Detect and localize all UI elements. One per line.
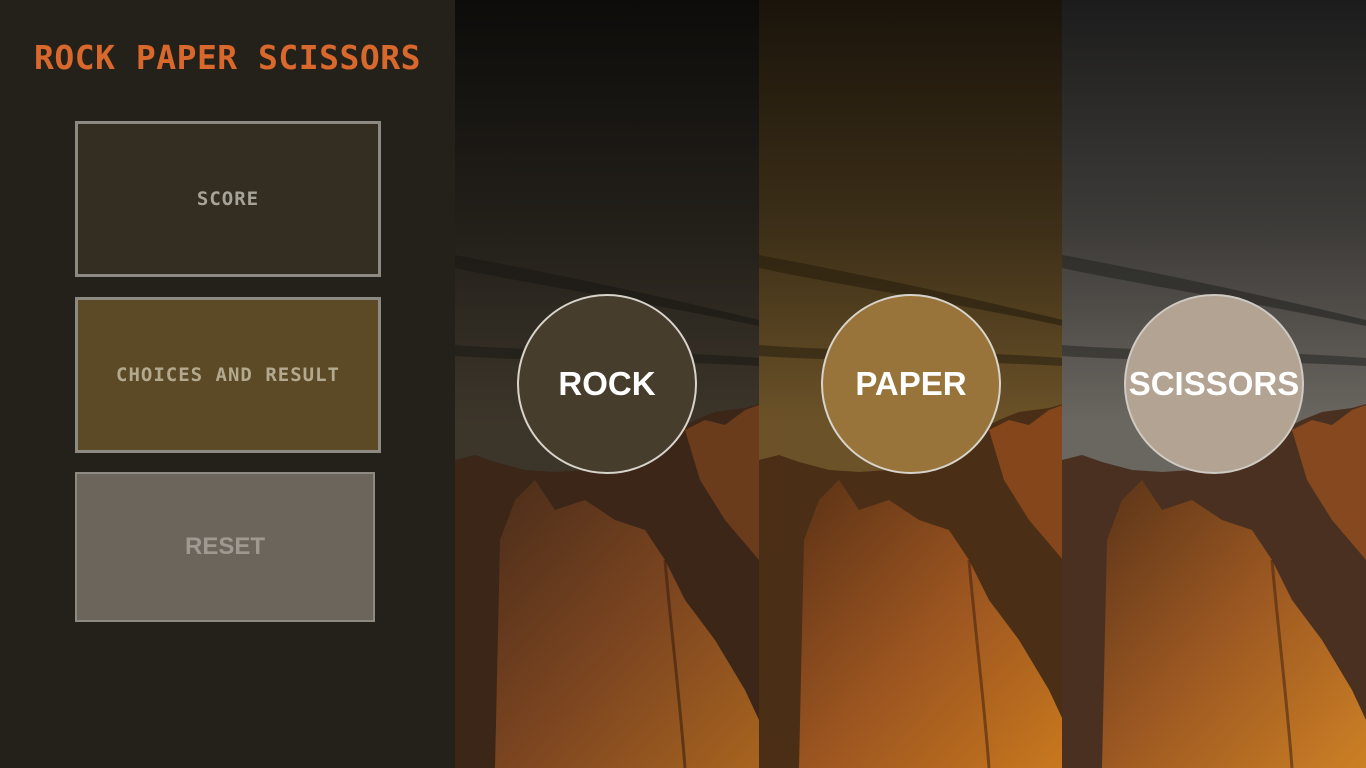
reset-button[interactable]: RESET — [75, 472, 375, 622]
rock-column: ROCK — [455, 0, 759, 768]
rock-button[interactable]: ROCK — [517, 294, 697, 474]
paper-button[interactable]: PAPER — [821, 294, 1001, 474]
scissors-button[interactable]: SCISSORS — [1124, 294, 1304, 474]
rock-label: ROCK — [558, 365, 656, 402]
score-box: SCORE — [75, 121, 381, 277]
result-label: CHOICES AND RESULT — [116, 364, 340, 386]
scissors-label: SCISSORS — [1128, 365, 1300, 402]
paper-label: PAPER — [855, 365, 967, 402]
page-title: ROCK PAPER SCISSORS — [34, 38, 421, 77]
score-label: SCORE — [196, 188, 260, 210]
side-panel: ROCK PAPER SCISSORS SCORE CHOICES AND RE… — [0, 0, 455, 768]
paper-column: PAPER — [759, 0, 1063, 768]
scissors-column: SCISSORS — [1062, 0, 1366, 768]
reset-label: RESET — [184, 533, 265, 560]
choices-and-result-box: CHOICES AND RESULT — [75, 297, 381, 453]
game-window: ROCK PAPER SCISSORS SCORE CHOICES AND RE… — [0, 0, 1366, 768]
